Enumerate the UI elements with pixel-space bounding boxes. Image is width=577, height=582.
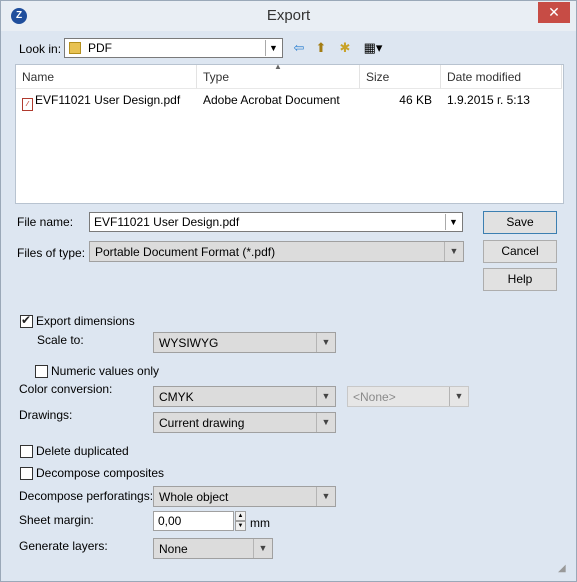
color-conversion-select[interactable]: CMYK ▼ (153, 386, 336, 407)
file-date-cell: 1.9.2015 г. 5:13 (447, 93, 530, 107)
column-header-name[interactable]: Name (16, 65, 197, 89)
new-folder-icon[interactable]: ✱ (335, 39, 355, 57)
sort-arrow-icon: ▲ (274, 62, 282, 71)
window-title: Export (266, 7, 311, 24)
title-bar: Z Export ✕ (1, 1, 576, 31)
chevron-down-icon[interactable]: ▼ (316, 333, 335, 352)
export-dimensions-label: Export dimensions (36, 314, 135, 328)
drawings-label: Drawings: (19, 408, 73, 422)
decompose-perforatings-label: Decompose perforatings: (19, 489, 154, 503)
resize-grip-icon[interactable]: ◢ (558, 563, 570, 575)
list-item[interactable]: ⁄ EVF11021 User Design.pdf (22, 93, 180, 111)
chevron-down-icon[interactable]: ▼ (444, 242, 463, 261)
file-name-value: EVF11021 User Design.pdf (94, 215, 240, 229)
scale-to-label: Scale to: (37, 333, 84, 347)
drawings-value: Current drawing (159, 416, 245, 430)
chevron-down-icon[interactable]: ▼ (253, 539, 272, 558)
up-folder-icon[interactable]: ⬆ (311, 39, 331, 57)
chevron-down-icon[interactable]: ▼ (316, 413, 335, 432)
color-conversion-label: Color conversion: (19, 382, 113, 396)
color-profile-value: <None> (353, 390, 396, 404)
cancel-button[interactable]: Cancel (483, 240, 557, 263)
files-of-type-value: Portable Document Format (*.pdf) (95, 245, 276, 259)
generate-layers-label: Generate layers: (19, 539, 108, 553)
file-size-cell: 46 KB (399, 93, 432, 107)
save-button[interactable]: Save (483, 211, 557, 234)
close-button[interactable]: ✕ (538, 2, 570, 23)
sheet-margin-input[interactable]: 0,00 (153, 511, 234, 531)
delete-duplicated-label: Delete duplicated (36, 444, 129, 458)
sheet-margin-value: 0,00 (158, 514, 182, 528)
column-header-date[interactable]: Date modified (441, 65, 562, 89)
look-in-label: Look in: (19, 42, 62, 56)
file-list[interactable]: Name Type ▲ Size Date modified ⁄ EVF11021 … (15, 62, 564, 204)
folder-icon (69, 42, 81, 54)
files-of-type-label: Files of type: (17, 246, 86, 260)
spin-down-icon[interactable]: ▼ (235, 521, 246, 531)
sheet-margin-unit: mm (250, 516, 270, 530)
files-of-type-select[interactable]: Portable Document Format (*.pdf) ▼ (89, 241, 464, 262)
chevron-down-icon[interactable]: ▼ (445, 214, 461, 230)
column-header-type[interactable]: Type ▲ (197, 62, 360, 89)
decompose-perforatings-select[interactable]: Whole object ▼ (153, 486, 336, 507)
file-name-label: File name: (17, 215, 74, 229)
view-menu-icon[interactable]: ▦▾ (359, 39, 387, 57)
look-in-combo[interactable]: PDF ▼ (64, 38, 283, 58)
look-in-value: PDF (88, 41, 112, 55)
export-dialog: Z Export ✕ Look in: PDF ▼ ⇦ ⬆ ✱ ▦▾ Name … (0, 0, 577, 582)
file-name-cell: EVF11021 User Design.pdf (35, 93, 181, 107)
decompose-composites-label: Decompose composites (36, 466, 165, 480)
back-arrow-icon[interactable]: ⇦ (289, 39, 309, 57)
sheet-margin-stepper[interactable]: ▲ ▼ (235, 511, 246, 531)
numeric-values-only-checkbox[interactable] (35, 365, 48, 378)
color-profile-select: <None> ▼ (347, 386, 469, 407)
export-dimensions-checkbox[interactable] (20, 313, 33, 328)
file-type-cell: Adobe Acrobat Document (203, 93, 340, 107)
color-conversion-value: CMYK (159, 390, 194, 404)
spin-up-icon[interactable]: ▲ (235, 511, 246, 521)
decompose-composites-checkbox[interactable] (20, 467, 33, 480)
pdf-file-icon: ⁄ (22, 98, 33, 111)
chevron-down-icon[interactable]: ▼ (316, 487, 335, 506)
scale-to-select[interactable]: WYSIWYG ▼ (153, 332, 336, 353)
chevron-down-icon[interactable]: ▼ (316, 387, 335, 406)
file-name-input[interactable]: EVF11021 User Design.pdf ▼ (89, 212, 463, 232)
column-header-size[interactable]: Size (360, 65, 441, 89)
sheet-margin-label: Sheet margin: (19, 513, 94, 527)
numeric-values-only-label: Numeric values only (51, 364, 160, 378)
delete-duplicated-checkbox[interactable] (20, 445, 33, 458)
chevron-down-icon: ▼ (449, 387, 468, 406)
decompose-perforatings-value: Whole object (159, 490, 229, 504)
generate-layers-select[interactable]: None ▼ (153, 538, 273, 559)
chevron-down-icon[interactable]: ▼ (265, 40, 281, 56)
scale-to-value: WYSIWYG (159, 336, 219, 350)
drawings-select[interactable]: Current drawing ▼ (153, 412, 336, 433)
help-button[interactable]: Help (483, 268, 557, 291)
generate-layers-value: None (159, 542, 188, 556)
